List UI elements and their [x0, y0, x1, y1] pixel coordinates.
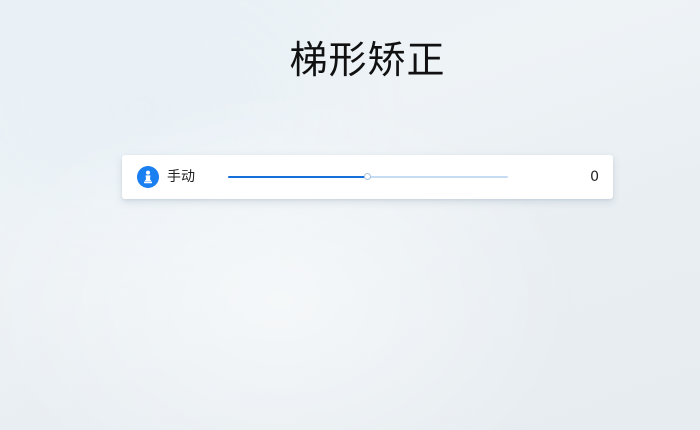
slider-fill	[228, 176, 368, 178]
keystone-control-panel: 手动 0	[122, 155, 613, 199]
figure-icon	[137, 166, 159, 188]
keystone-value: 0	[590, 169, 599, 185]
slider-thumb[interactable]	[364, 173, 371, 180]
keystone-slider[interactable]	[228, 171, 508, 183]
mode-label: 手动	[167, 169, 195, 185]
page-title: 梯形矫正	[289, 38, 446, 82]
